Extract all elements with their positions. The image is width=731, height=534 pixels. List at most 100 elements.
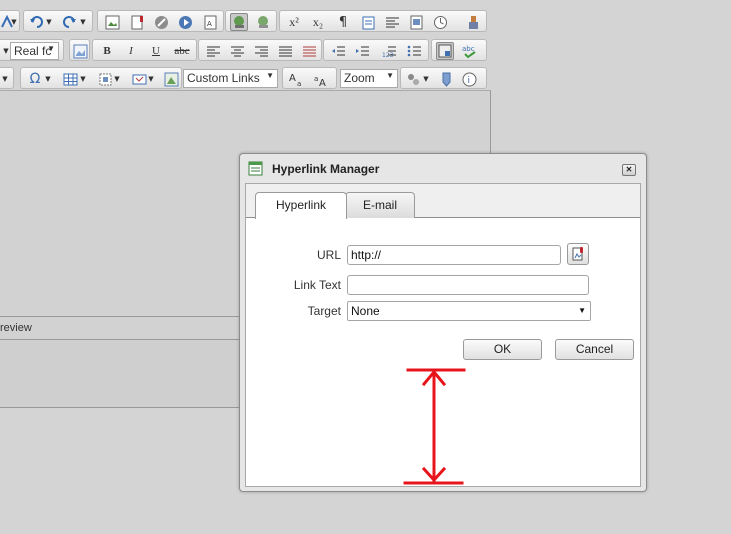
justify-full-icon[interactable] (277, 43, 293, 59)
chevron-down-icon[interactable]: ▼ (79, 14, 87, 30)
close-icon[interactable]: ✕ (622, 164, 636, 176)
url-label: URL (316, 248, 341, 262)
image-map-icon[interactable] (163, 71, 179, 87)
toolbar-group-image (69, 39, 90, 61)
toolbar-group-fonts: ▼ Real fc ▼ (0, 39, 64, 61)
height-annotation-arrow (403, 368, 466, 485)
svg-text:i: i (467, 76, 470, 86)
zoom-dropdown[interactable]: Zoom ▼ (340, 69, 398, 88)
paragraph-icon[interactable]: ¶ (335, 14, 351, 30)
chevron-down-icon[interactable]: ▼ (147, 71, 155, 87)
remove-link-icon[interactable] (255, 14, 271, 30)
tab-hyperlink[interactable]: Hyperlink (255, 192, 347, 219)
chevron-down-icon[interactable]: ▼ (1, 71, 9, 87)
dialog-titlebar[interactable]: Hyperlink Manager ✕ (246, 158, 638, 180)
target-label: Target (307, 304, 341, 318)
flash-manager-icon[interactable] (153, 14, 169, 30)
module-manager-icon[interactable] (405, 71, 421, 87)
custom-links-dropdown[interactable]: Custom Links ▼ (183, 69, 278, 88)
url-input[interactable]: http:// (347, 245, 561, 265)
align-left-icon[interactable] (384, 14, 400, 30)
chevron-down-icon[interactable]: ▼ (422, 71, 430, 87)
convert-lower-icon[interactable]: Aa (289, 71, 305, 87)
superscript-icon[interactable]: x² (286, 14, 302, 30)
dialog-title: Hyperlink Manager (272, 162, 380, 176)
underline-icon[interactable]: U (148, 43, 164, 59)
document-manager-icon[interactable] (567, 243, 589, 265)
chevron-down-icon[interactable]: ▼ (10, 14, 18, 30)
chevron-down-icon[interactable]: ▼ (2, 43, 10, 59)
font-name-dropdown[interactable]: Real fc ▼ (10, 42, 59, 60)
toolbar-group-align (198, 39, 322, 61)
outdent-icon[interactable] (330, 43, 346, 59)
format-painter-icon[interactable] (465, 14, 481, 30)
indent-icon[interactable] (354, 43, 370, 59)
bullet-list-icon[interactable] (406, 43, 422, 59)
strikethrough-icon[interactable]: abc (171, 43, 193, 59)
subscript-icon[interactable]: x₂ (310, 14, 326, 30)
format-block-icon[interactable] (408, 14, 424, 30)
toolbar-group-format: ▼ (0, 10, 20, 32)
justify-none-icon[interactable] (301, 43, 317, 59)
toolbar-group-text-style: B I U abc (92, 39, 197, 61)
symbols-icon[interactable]: Ω (27, 71, 43, 87)
tab-hyperlink-label: Hyperlink (275, 198, 326, 212)
toolbar-group-links (225, 10, 277, 32)
chevron-down-icon: ▼ (266, 71, 274, 80)
toolbar-row-3: ▼ Ω ▼ ▼ ▼ ▼ Custom Links▼ Aa aA Zoom▼ (0, 65, 491, 91)
chevron-down-icon[interactable]: ▼ (113, 71, 121, 87)
help-icon[interactable]: i (461, 71, 477, 87)
chevron-down-icon[interactable]: ▼ (79, 71, 87, 87)
svg-text:A: A (319, 78, 326, 87)
chevron-down-icon[interactable]: ▼ (45, 14, 53, 30)
toolbar-group-case: Aa aA (282, 67, 337, 89)
toggle-docking-icon[interactable] (436, 42, 454, 60)
justify-center-icon[interactable] (229, 43, 245, 59)
clipboard-icon[interactable] (360, 14, 376, 30)
editor-status-area (0, 340, 240, 408)
hyperlink-manager-icon[interactable] (230, 13, 248, 31)
table-icon[interactable] (62, 71, 78, 87)
toolbar-group-paragraph: x² x₂ ¶ (279, 10, 487, 32)
svg-text:abc: abc (462, 45, 475, 53)
preview-mode-tab[interactable]: review (0, 322, 32, 334)
toolbar-row-2: ▼ Real fc ▼ B I U abc 123 abc (0, 37, 491, 63)
svg-text:A: A (289, 73, 296, 84)
dialog-tabstrip: Hyperlink E-mail (246, 184, 640, 219)
tab-email[interactable]: E-mail (345, 192, 415, 218)
link-text-input[interactable] (347, 275, 589, 295)
image-manager-icon[interactable] (104, 14, 120, 30)
insert-form-element-icon[interactable] (131, 71, 147, 87)
ok-button[interactable]: OK (463, 339, 542, 360)
template-manager-icon[interactable]: A (202, 14, 218, 30)
justify-right-icon[interactable] (253, 43, 269, 59)
custom-links-value: Custom Links (187, 71, 260, 85)
chevron-down-icon[interactable]: ▼ (44, 71, 52, 87)
undo-icon[interactable] (28, 14, 44, 30)
cancel-button[interactable]: Cancel (555, 339, 634, 360)
redo-icon[interactable] (62, 14, 78, 30)
bold-icon[interactable]: B (99, 43, 115, 59)
document-manager-icon[interactable] (129, 14, 145, 30)
numbered-list-icon[interactable]: 123 (381, 43, 397, 59)
tab-email-label: E-mail (362, 198, 397, 212)
media-manager-icon[interactable] (177, 14, 193, 30)
font-name-value: Real fc (14, 44, 52, 58)
spellcheck-icon[interactable]: abc (462, 43, 478, 59)
xhtml-validator-icon[interactable] (438, 71, 454, 87)
justify-left-icon[interactable] (205, 43, 221, 59)
svg-text:123: 123 (382, 52, 394, 59)
svg-text:A: A (207, 20, 212, 28)
toolbar-group-history: ▼ ▼ (23, 10, 93, 32)
convert-upper-icon[interactable]: aA (314, 71, 330, 87)
clock-icon[interactable] (432, 14, 448, 30)
link-text-label: Link Text (293, 278, 341, 292)
toolbar-group-lists: 123 (323, 39, 429, 61)
zoom-value: Zoom (344, 71, 375, 85)
svg-text:a: a (314, 75, 318, 83)
image-properties-icon[interactable] (72, 43, 88, 59)
toolbar-group-misc: ▼ i (400, 67, 487, 89)
italic-icon[interactable]: I (123, 43, 139, 59)
snippets-icon[interactable] (97, 71, 113, 87)
target-select[interactable]: None ▼ (347, 301, 591, 321)
